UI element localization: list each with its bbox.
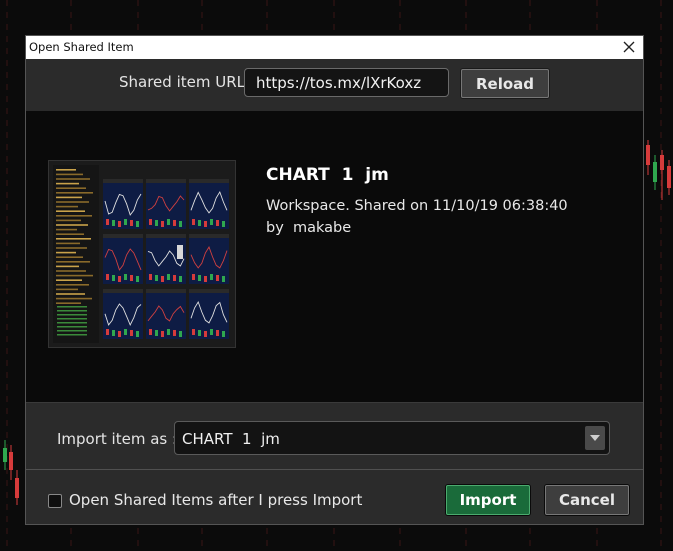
reload-button[interactable]: Reload [460,68,550,99]
import-as-value: CHART 1 jm [182,430,280,448]
open-after-import-label[interactable]: Open Shared Items after I press Import [69,491,362,509]
close-icon[interactable] [621,39,637,55]
title-bar: Open Shared Item [26,36,643,59]
cancel-button[interactable]: Cancel [544,484,630,516]
item-preview-panel: CHART 1 jm Workspace. Shared on 11/10/19… [26,111,643,402]
import-row: Import item as : CHART 1 jm [26,402,643,470]
bottom-row: Open Shared Items after I press Import I… [26,470,643,524]
open-after-import-checkbox[interactable] [48,494,62,508]
shared-url-input[interactable]: https://tos.mx/lXrKoxz [244,68,449,97]
dialog-title: Open Shared Item [29,40,134,54]
item-name: CHART 1 jm [266,165,389,185]
import-as-label: Import item as : [57,430,178,448]
item-author: by makabe [266,220,352,236]
import-button[interactable]: Import [445,484,531,516]
open-shared-item-dialog: Open Shared Item Shared item URL: https:… [25,35,644,525]
url-row: Shared item URL: https://tos.mx/lXrKoxz … [26,59,643,111]
import-as-select[interactable]: CHART 1 jm [174,421,610,455]
shared-url-label: Shared item URL: [119,73,251,91]
workspace-thumbnail [48,160,236,348]
chevron-down-icon[interactable] [585,426,605,450]
item-description: Workspace. Shared on 11/10/19 06:38:40 [266,198,568,214]
